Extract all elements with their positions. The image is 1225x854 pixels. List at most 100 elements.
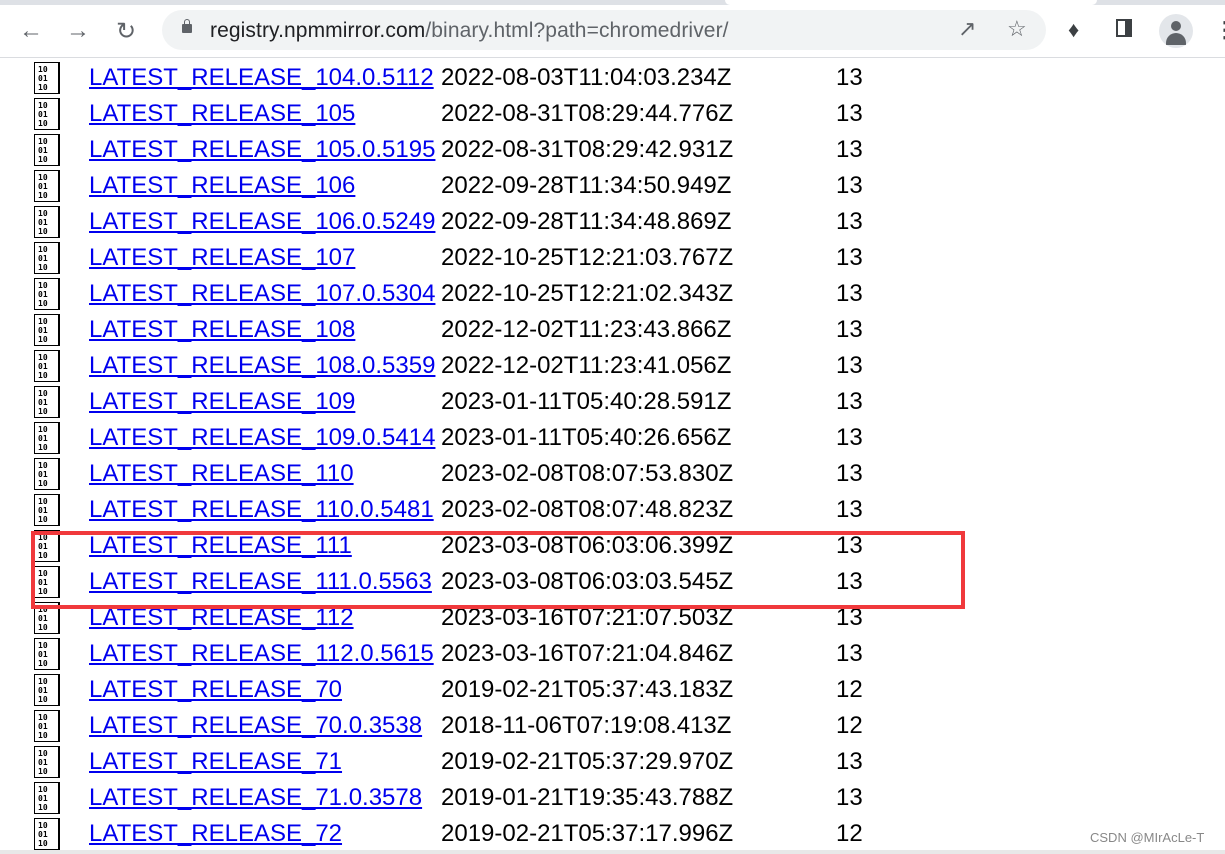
file-size: 13 [836, 280, 863, 307]
file-link[interactable]: LATEST_RELEASE_108 [89, 316, 355, 344]
file-link[interactable]: LATEST_RELEASE_106.0.5249 [89, 208, 435, 236]
lock-icon[interactable] [182, 19, 192, 33]
file-size: 13 [836, 424, 863, 451]
file-row: 10 01 10 LATEST_RELEASE_104.0.5112 2022-08-0… [0, 61, 1000, 97]
file-date: 2022-09-28T11:34:50.949Z [441, 172, 732, 199]
file-date: 2023-03-16T07:21:04.846Z [441, 640, 734, 667]
file-date: 2023-02-08T08:07:53.830Z [441, 460, 734, 487]
binary-file-icon: 10 01 10 [34, 134, 60, 166]
binary-file-icon: 10 01 10 [34, 62, 60, 94]
binary-file-icon: 10 01 10 [34, 206, 60, 238]
file-date: 2022-08-31T08:29:42.931Z [441, 136, 734, 163]
file-link[interactable]: LATEST_RELEASE_110 [89, 460, 354, 488]
file-size: 13 [836, 604, 863, 631]
file-row: 10 01 10 LATEST_RELEASE_71.0.3578 2019-01-21… [0, 781, 1000, 817]
file-link[interactable]: LATEST_RELEASE_107.0.5304 [89, 280, 435, 308]
binary-file-icon: 10 01 10 [34, 278, 60, 310]
file-size: 12 [836, 712, 863, 739]
file-date: 2018-11-06T07:19:08.413Z [441, 712, 732, 739]
file-link[interactable]: LATEST_RELEASE_112 [89, 604, 354, 632]
file-size: 13 [836, 532, 863, 559]
file-date: 2022-10-25T12:21:02.343Z [441, 280, 734, 307]
file-date: 2019-01-21T19:35:43.788Z [441, 784, 734, 811]
file-row: 10 01 10 LATEST_RELEASE_111 2023-03-08T06:03… [0, 529, 1000, 565]
file-size: 13 [836, 748, 863, 775]
url-path: /binary.html?path=chromedriver/ [425, 19, 729, 42]
url-host: registry.npmmirror.com [210, 19, 426, 42]
star-icon[interactable]: ☆ [1007, 16, 1027, 42]
file-size: 13 [836, 136, 863, 163]
file-date: 2019-02-21T05:37:17.996Z [441, 820, 734, 847]
url-text[interactable]: registry.npmmirror.com/binary.html?path=… [210, 19, 729, 43]
file-row: 10 01 10 LATEST_RELEASE_105 2022-08-31T08:29… [0, 97, 1000, 133]
bottom-edge [0, 850, 1225, 854]
binary-file-icon: 10 01 10 [34, 818, 60, 850]
file-link[interactable]: LATEST_RELEASE_71.0.3578 [89, 784, 422, 812]
file-link[interactable]: LATEST_RELEASE_104.0.5112 [89, 64, 434, 92]
file-size: 13 [836, 640, 863, 667]
file-link[interactable]: LATEST_RELEASE_107 [89, 244, 355, 272]
file-link[interactable]: LATEST_RELEASE_112.0.5615 [89, 640, 434, 668]
file-date: 2022-08-03T11:04:03.234Z [441, 64, 732, 91]
file-row: 10 01 10 LATEST_RELEASE_112 2023-03-16T07:21… [0, 601, 1000, 637]
file-link[interactable]: LATEST_RELEASE_70.0.3538 [89, 712, 422, 740]
file-date: 2022-09-28T11:34:48.869Z [441, 208, 732, 235]
file-link[interactable]: LATEST_RELEASE_71 [89, 748, 342, 776]
file-size: 13 [836, 388, 863, 415]
binary-file-icon: 10 01 10 [34, 782, 60, 814]
file-date: 2022-12-02T11:23:41.056Z [441, 352, 732, 379]
reload-icon[interactable]: ↻ [110, 15, 142, 47]
binary-file-icon: 10 01 10 [34, 530, 60, 562]
binary-file-icon: 10 01 10 [34, 458, 60, 490]
share-icon[interactable]: ↗ [958, 16, 976, 42]
file-size: 13 [836, 784, 863, 811]
binary-file-icon: 10 01 10 [34, 494, 60, 526]
file-link[interactable]: LATEST_RELEASE_111 [89, 532, 352, 560]
file-listing: 10 01 10 LATEST_RELEASE_104.0.5112 2022-08-0… [0, 61, 1225, 854]
address-bar[interactable]: registry.npmmirror.com/binary.html?path=… [162, 10, 1046, 50]
file-size: 13 [836, 172, 863, 199]
file-row: 10 01 10 LATEST_RELEASE_105.0.5195 2022-08-3… [0, 133, 1000, 169]
file-link[interactable]: LATEST_RELEASE_109.0.5414 [89, 424, 435, 452]
menu-icon[interactable]: ⋮ [1214, 17, 1225, 43]
file-date: 2019-02-21T05:37:29.970Z [441, 748, 734, 775]
file-row: 10 01 10 LATEST_RELEASE_71 2019-02-21T05:37:… [0, 745, 1000, 781]
side-panel-icon[interactable] [1116, 19, 1132, 37]
binary-file-icon: 10 01 10 [34, 746, 60, 778]
file-date: 2023-03-08T06:03:03.545Z [441, 568, 734, 595]
binary-file-icon: 10 01 10 [34, 386, 60, 418]
file-date: 2022-08-31T08:29:44.776Z [441, 100, 734, 127]
file-link[interactable]: LATEST_RELEASE_105.0.5195 [89, 136, 435, 164]
file-link[interactable]: LATEST_RELEASE_105 [89, 100, 355, 128]
file-link[interactable]: LATEST_RELEASE_110.0.5481 [89, 496, 434, 524]
binary-file-icon: 10 01 10 [34, 602, 60, 634]
file-link[interactable]: LATEST_RELEASE_72 [89, 820, 342, 848]
file-link[interactable]: LATEST_RELEASE_108.0.5359 [89, 352, 435, 380]
file-row: 10 01 10 LATEST_RELEASE_110.0.5481 2023-02-0… [0, 493, 1000, 529]
forward-icon[interactable]: → [62, 15, 94, 47]
file-link[interactable]: LATEST_RELEASE_70 [89, 676, 342, 704]
file-row: 10 01 10 LATEST_RELEASE_109.0.5414 2023-01-1… [0, 421, 1000, 457]
file-row: 10 01 10 LATEST_RELEASE_109 2023-01-11T05:40… [0, 385, 1000, 421]
file-link[interactable]: LATEST_RELEASE_109 [89, 388, 355, 416]
file-size: 12 [836, 676, 863, 703]
profile-icon[interactable] [1159, 14, 1193, 48]
browser-toolbar: ← → ↻ registry.npmmirror.com/binary.html… [0, 5, 1225, 58]
binary-file-icon: 10 01 10 [34, 674, 60, 706]
back-icon[interactable]: ← [15, 15, 47, 47]
binary-file-icon: 10 01 10 [34, 566, 60, 598]
file-date: 2023-03-08T06:03:06.399Z [441, 532, 734, 559]
file-date: 2023-01-11T05:40:26.656Z [441, 424, 732, 451]
binary-file-icon: 10 01 10 [34, 638, 60, 670]
file-row: 10 01 10 LATEST_RELEASE_106 2022-09-28T11:34… [0, 169, 1000, 205]
extensions-icon[interactable]: ♦ [1068, 17, 1079, 43]
file-size: 13 [836, 568, 863, 595]
file-link[interactable]: LATEST_RELEASE_111.0.5563 [89, 568, 432, 596]
file-size: 12 [836, 820, 863, 847]
file-size: 13 [836, 208, 863, 235]
binary-file-icon: 10 01 10 [34, 350, 60, 382]
file-size: 13 [836, 316, 863, 343]
file-row: 10 01 10 LATEST_RELEASE_107 2022-10-25T12:21… [0, 241, 1000, 277]
file-link[interactable]: LATEST_RELEASE_106 [89, 172, 355, 200]
file-row: 10 01 10 LATEST_RELEASE_70 2019-02-21T05:37:… [0, 673, 1000, 709]
